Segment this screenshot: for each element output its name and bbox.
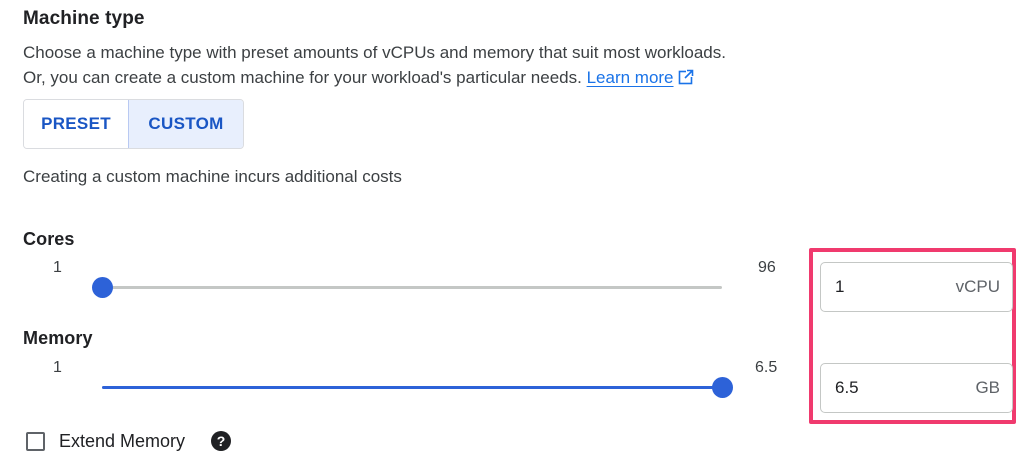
cores-label: Cores — [23, 229, 75, 249]
custom-button[interactable]: CUSTOM — [128, 100, 243, 148]
memory-slider-fill — [102, 386, 722, 389]
memory-min-label: 1 — [53, 359, 62, 376]
section-title: Machine type — [23, 8, 145, 29]
help-circle-icon[interactable]: ? — [211, 431, 231, 451]
cores-slider[interactable] — [92, 277, 732, 298]
section-description: Choose a machine type with preset amount… — [23, 40, 726, 90]
description-line-2-text: Or, you can create a custom machine for … — [23, 68, 582, 87]
learn-more-label: Learn more — [586, 68, 674, 87]
cores-slider-track — [102, 286, 722, 289]
external-link-icon — [678, 69, 694, 85]
memory-slider[interactable] — [92, 377, 733, 398]
extend-memory-checkbox[interactable] — [26, 432, 45, 451]
cores-min-label: 1 — [53, 259, 62, 276]
memory-max-label: 6.5 — [755, 359, 778, 376]
description-line-2: Or, you can create a custom machine for … — [23, 65, 726, 90]
cores-slider-thumb[interactable] — [92, 277, 113, 298]
memory-slider-thumb[interactable] — [712, 377, 733, 398]
cores-input-value: 1 — [835, 277, 845, 296]
cores-input[interactable]: 1 vCPU — [820, 262, 1013, 312]
memory-input-unit: GB — [975, 378, 1000, 397]
machine-type-toggle: PRESET CUSTOM — [23, 99, 244, 149]
memory-input[interactable]: 6.5 GB — [820, 363, 1013, 413]
extend-memory-label: Extend Memory — [59, 431, 186, 451]
cores-input-unit: vCPU — [955, 277, 1000, 296]
memory-label: Memory — [23, 328, 93, 348]
learn-more-link[interactable]: Learn more — [587, 68, 694, 87]
description-line-1: Choose a machine type with preset amount… — [23, 43, 726, 62]
memory-input-value: 6.5 — [835, 378, 859, 397]
preset-button[interactable]: PRESET — [24, 100, 128, 148]
cores-max-label: 96 — [758, 259, 776, 276]
custom-cost-note: Creating a custom machine incurs additio… — [23, 167, 402, 186]
